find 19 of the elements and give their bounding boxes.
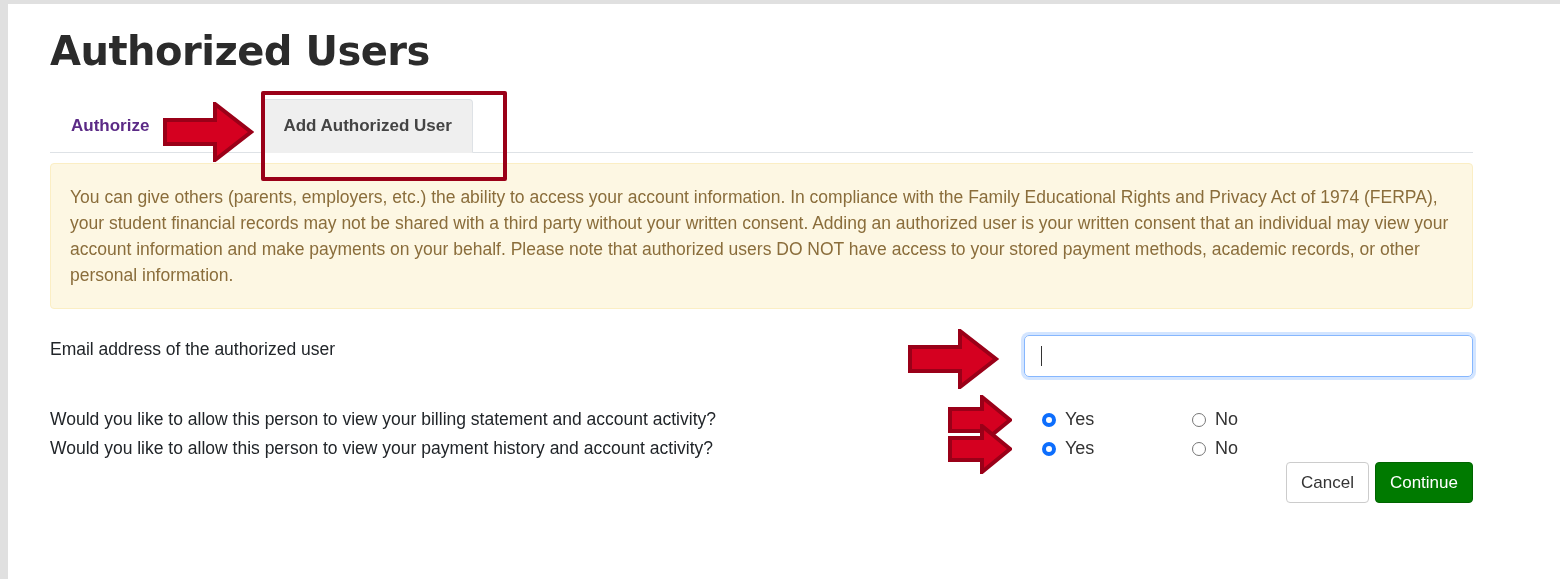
continue-button[interactable]: Continue [1374, 462, 1473, 503]
question-text: Would you like to allow this person to view your payment history and account activity? [50, 437, 714, 459]
tab[interactable]: Add Authorized User [262, 99, 473, 153]
radio-button[interactable] [1042, 412, 1056, 427]
radio-button[interactable] [1042, 441, 1056, 456]
radio-label: No [1215, 438, 1238, 459]
field-label: Email address of the authorized user [50, 338, 336, 360]
annotation-arrow [948, 424, 1012, 474]
notice-text: You can give others (parents, employers, etc.) the ability to access your account information. In compliance with the Family Educational Rights and Privacy Act of 1974 (FERPA), your student financial records may not be shared with a third party without your written consent. Adding an authorized user is your written consent that an individual may view your account information and make payments on your behalf. Please note that authorized users DO NOT have access to your stored payment methods, academic records, or other personal information. [50, 163, 1473, 309]
email-input-field[interactable] [1024, 335, 1473, 377]
page-title: Authorized Users [50, 27, 431, 76]
tab[interactable]: Authorize [50, 99, 151, 153]
radio-button[interactable] [1192, 441, 1206, 456]
radio-button[interactable] [1192, 412, 1206, 427]
question-text: Would you like to allow this person to view your billing statement and account activity? [50, 408, 716, 430]
cancel-button[interactable]: Cancel [1286, 462, 1369, 503]
radio-label: Yes [1065, 409, 1095, 430]
radio-label: No [1215, 409, 1238, 430]
radio-label: Yes [1065, 438, 1095, 459]
